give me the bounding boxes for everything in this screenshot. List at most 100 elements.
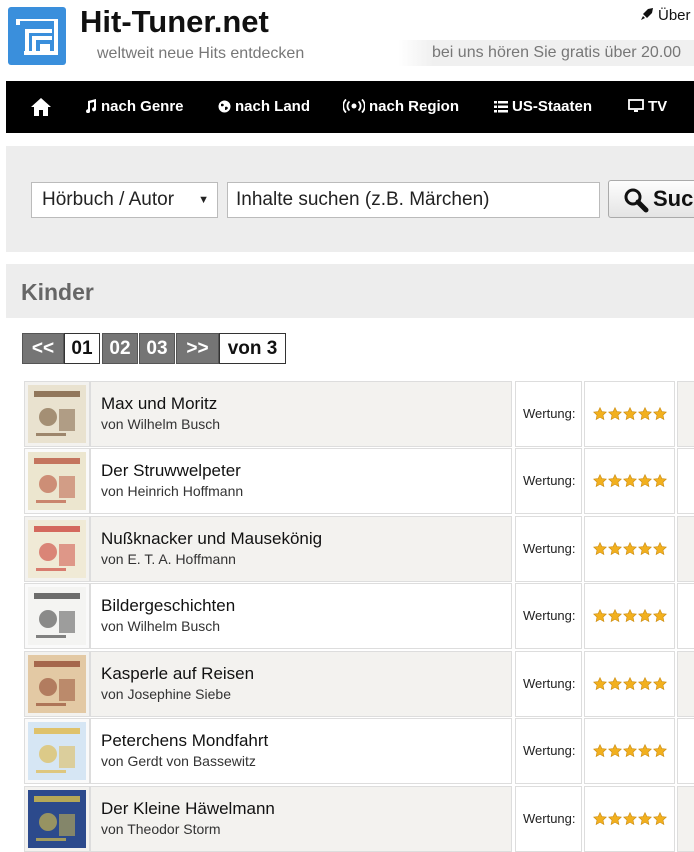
nav-region-label: nach Region	[369, 98, 460, 115]
item-title[interactable]: Bildergeschichten	[101, 596, 235, 616]
star-icon	[638, 609, 652, 623]
category-select-value: Hörbuch / Autor	[42, 189, 175, 210]
item-title[interactable]: Der Kleine Häwelmann	[101, 799, 275, 819]
item-author: von E. T. A. Hoffmann	[101, 551, 236, 567]
site-header: Hit-Tuner.net weltweit neue Hits entdeck…	[0, 0, 694, 80]
list-icon	[494, 101, 508, 113]
page-next-button[interactable]: >>	[176, 333, 219, 364]
rating-label: Wertung:	[515, 718, 582, 784]
list-item[interactable]: Max und Moritz von Wilhelm Busch Wertung:	[22, 381, 694, 447]
nav-us-states[interactable]: US-Staaten	[494, 81, 592, 133]
star-rating	[584, 381, 675, 447]
about-link[interactable]: Über	[640, 7, 691, 24]
magnifier-icon	[624, 188, 649, 213]
star-icon	[608, 542, 622, 556]
cover-image-icon	[28, 722, 86, 780]
item-info[interactable]: Bildergeschichten von Wilhelm Busch	[90, 583, 512, 649]
search-panel: Hörbuch / Autor ▼ Inhalte suchen (z.B. M…	[6, 146, 694, 252]
item-author: von Wilhelm Busch	[101, 416, 221, 432]
rating-label: Wertung:	[515, 583, 582, 649]
site-title[interactable]: Hit-Tuner.net	[80, 4, 269, 40]
row-action-cell[interactable]	[677, 381, 694, 447]
nav-tv-label: TV	[648, 98, 668, 115]
cover-thumbnail[interactable]	[24, 516, 90, 582]
item-info[interactable]: Nußknacker und Mausekönig von E. T. A. Ho…	[90, 516, 512, 582]
item-author: von Wilhelm Busch	[101, 618, 221, 634]
cover-thumbnail[interactable]	[24, 583, 90, 649]
list-item[interactable]: Bildergeschichten von Wilhelm Busch Wertun…	[22, 583, 694, 649]
music-note-icon	[86, 99, 97, 113]
item-info[interactable]: Max und Moritz von Wilhelm Busch	[90, 381, 512, 447]
item-author: von Josephine Siebe	[101, 686, 231, 702]
nav-tv[interactable]: TV	[628, 81, 667, 133]
star-icon	[608, 812, 622, 826]
star-icon	[608, 744, 622, 758]
list-item[interactable]: Nußknacker und Mausekönig von E. T. A. Ho…	[22, 516, 694, 582]
star-icon	[608, 407, 622, 421]
list-item[interactable]: Der Struwwelpeter von Heinrich Hoffmann We…	[22, 448, 694, 514]
star-icon	[623, 542, 637, 556]
nav-region[interactable]: nach Region	[343, 81, 459, 133]
ticker-text: bei uns hören Sie gratis über 20.00	[432, 44, 682, 61]
cover-thumbnail[interactable]	[24, 718, 90, 784]
nav-genre-label: nach Genre	[101, 98, 184, 115]
item-author: von Gerdt von Bassewitz	[101, 753, 256, 769]
star-icon	[593, 812, 607, 826]
item-info[interactable]: Peterchens Mondfahrt von Gerdt von Bassew…	[90, 718, 512, 784]
nav-land[interactable]: nach Land	[218, 81, 310, 133]
cover-thumbnail[interactable]	[24, 786, 90, 852]
category-select[interactable]: Hörbuch / Autor ▼	[31, 182, 218, 218]
cover-thumbnail[interactable]	[24, 651, 90, 717]
row-action-cell[interactable]	[677, 718, 694, 784]
list-item[interactable]: Der Kleine Häwelmann von Theodor Storm Wer…	[22, 786, 694, 852]
row-action-cell[interactable]	[677, 516, 694, 582]
star-rating	[584, 583, 675, 649]
item-info[interactable]: Kasperle auf Reisen von Josephine Siebe	[90, 651, 512, 717]
row-action-cell[interactable]	[677, 786, 694, 852]
item-title[interactable]: Peterchens Mondfahrt	[101, 731, 268, 751]
nav-home[interactable]	[30, 81, 52, 133]
item-info[interactable]: Der Struwwelpeter von Heinrich Hoffmann	[90, 448, 512, 514]
page-button-03[interactable]: 03	[139, 333, 175, 364]
row-action-cell[interactable]	[677, 583, 694, 649]
star-icon	[593, 744, 607, 758]
star-icon	[623, 677, 637, 691]
rocket-icon	[641, 8, 653, 20]
site-logo[interactable]	[8, 7, 66, 65]
logo-icon	[12, 11, 62, 55]
star-icon	[623, 407, 637, 421]
cover-image-icon	[28, 790, 86, 848]
star-icon	[608, 609, 622, 623]
star-icon	[638, 407, 652, 421]
star-icon	[608, 677, 622, 691]
list-item[interactable]: Kasperle auf Reisen von Josephine Siebe We…	[22, 651, 694, 717]
page-button-02[interactable]: 02	[102, 333, 138, 364]
item-title[interactable]: Kasperle auf Reisen	[101, 664, 254, 684]
item-info[interactable]: Der Kleine Häwelmann von Theodor Storm	[90, 786, 512, 852]
row-action-cell[interactable]	[677, 448, 694, 514]
rating-label: Wertung:	[515, 381, 582, 447]
nav-land-label: nach Land	[235, 98, 311, 115]
cover-thumbnail[interactable]	[24, 448, 90, 514]
cover-image-icon	[28, 587, 86, 645]
search-button[interactable]: Such	[608, 180, 694, 218]
cover-thumbnail[interactable]	[24, 381, 90, 447]
globe-icon	[218, 100, 231, 113]
cover-image-icon	[28, 520, 86, 578]
dropdown-arrow-icon: ▼	[198, 194, 209, 206]
monitor-icon	[628, 99, 644, 112]
item-title[interactable]: Nußknacker und Mausekönig	[101, 529, 322, 549]
item-title[interactable]: Max und Moritz	[101, 394, 217, 414]
page-button-01[interactable]: 01	[64, 333, 100, 364]
page-prev-button[interactable]: <<	[22, 333, 64, 364]
rating-label: Wertung:	[515, 516, 582, 582]
star-icon	[623, 609, 637, 623]
list-item[interactable]: Peterchens Mondfahrt von Gerdt von Bassew…	[22, 718, 694, 784]
nav-genre[interactable]: nach Genre	[84, 81, 184, 133]
item-title[interactable]: Der Struwwelpeter	[101, 461, 241, 481]
star-icon	[593, 474, 607, 488]
row-action-cell[interactable]	[677, 651, 694, 717]
about-link-label: Über	[658, 7, 691, 24]
search-input[interactable]: Inhalte suchen (z.B. Märchen)	[227, 182, 600, 218]
page-total-label: von 3	[219, 333, 286, 364]
